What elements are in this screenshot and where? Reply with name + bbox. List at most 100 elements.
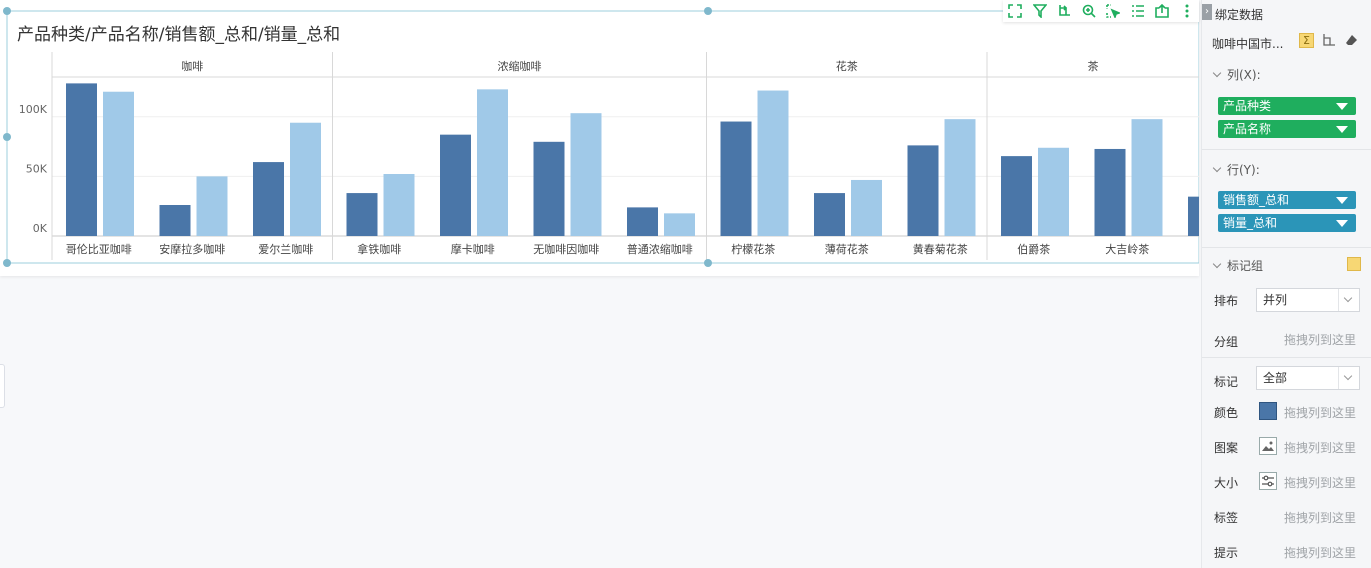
x-tick-label: 普通浓缩咖啡 — [627, 242, 693, 256]
x-tick-label: 柠檬花茶 — [731, 242, 775, 256]
columns-collapse-icon — [1212, 68, 1222, 78]
layout-label: 排布 — [1214, 294, 1239, 308]
mark-group-section-header[interactable]: 标记组 — [1212, 257, 1264, 274]
row-field-pill[interactable]: 销量_总和 — [1218, 214, 1356, 232]
resize-handle-top-left[interactable] — [3, 7, 11, 15]
layout-select-value: 并列 — [1263, 293, 1288, 307]
tag-label: 标签 — [1214, 511, 1239, 525]
bar — [570, 113, 602, 236]
bar — [253, 162, 284, 236]
y-tick-label: 50K — [26, 162, 48, 175]
bar — [757, 90, 789, 237]
chart-title: 产品种类/产品名称/销售额_总和/销量_总和 — [17, 25, 341, 45]
more-icon[interactable] — [1178, 2, 1196, 20]
layout-select[interactable]: 并列 — [1256, 288, 1360, 312]
color-label: 颜色 — [1214, 406, 1239, 420]
mark-group-collapse-icon — [1212, 259, 1222, 269]
size-drop-zone[interactable]: 拖拽列到这里 — [1284, 474, 1356, 491]
group-label: 浓缩咖啡 — [498, 59, 542, 73]
y-tick-label: 0K — [33, 222, 48, 235]
bar — [627, 207, 658, 236]
columns-label: 列(X): — [1227, 68, 1261, 82]
eraser-icon[interactable] — [1345, 34, 1358, 50]
row-field-pill[interactable]: 销售额_总和 — [1218, 191, 1356, 209]
color-swatch-icon[interactable] — [1259, 402, 1277, 420]
size-slider-icon[interactable] — [1259, 472, 1277, 490]
rows-collapse-icon — [1212, 163, 1222, 173]
resize-handle-bottom-left[interactable] — [3, 259, 11, 267]
bar — [944, 119, 976, 236]
x-tick-label: 哥伦比亚咖啡 — [66, 242, 132, 256]
mark-label: 标记 — [1214, 375, 1239, 389]
group-drop-zone[interactable]: 拖拽列到这里 — [1284, 331, 1356, 348]
list-icon[interactable] — [1129, 2, 1147, 20]
bar — [477, 89, 508, 236]
x-tick-label: 薄荷花茶 — [825, 242, 869, 256]
bar — [533, 141, 565, 236]
x-tick-label: 伯爵茶 — [1017, 242, 1050, 256]
bar — [1094, 148, 1126, 236]
x-tick-label: 爱尔兰咖啡 — [258, 242, 313, 256]
tag-drop-zone[interactable]: 拖拽列到这里 — [1284, 509, 1356, 526]
mark-group-image-icon[interactable] — [1347, 257, 1361, 271]
left-panel-toggle[interactable] — [0, 364, 5, 408]
resize-handle-bottom-middle[interactable] — [704, 259, 712, 267]
x-tick-label: 无咖啡因咖啡 — [533, 242, 599, 256]
bar — [66, 83, 97, 236]
column-field-pill[interactable]: 产品种类 — [1218, 97, 1356, 115]
x-tick-label: 安摩拉多咖啡 — [159, 242, 225, 256]
dropdown-triangle-icon[interactable] — [1336, 197, 1348, 204]
group-label: 花茶 — [836, 60, 858, 73]
tooltip-drop-zone[interactable]: 拖拽列到这里 — [1284, 544, 1356, 561]
bar — [440, 134, 471, 236]
bar — [103, 91, 134, 236]
mark-group-label: 标记组 — [1227, 259, 1264, 273]
x-tick-label: 大吉岭茶 — [1105, 242, 1149, 256]
group-label: 分组 — [1214, 335, 1239, 349]
resize-handle-top-middle[interactable] — [704, 7, 712, 15]
mark-select-value: 全部 — [1263, 371, 1288, 385]
dropdown-triangle-icon[interactable] — [1336, 220, 1348, 227]
y-tick-label: 100K — [19, 103, 48, 116]
column-field-label: 产品种类 — [1223, 99, 1272, 113]
bar — [290, 122, 321, 236]
bar — [664, 213, 695, 236]
bar — [1131, 119, 1163, 236]
fullscreen-icon[interactable] — [1006, 2, 1024, 20]
chart-card[interactable]: 0K 50K 100K 咖啡 哥伦比亚咖啡 安摩拉多咖啡 爱尔兰咖啡 浓缩咖啡 拿铁咖啡 摩卡咖啡… — [0, 0, 1199, 276]
panel-collapse-icon[interactable]: › — [1202, 4, 1212, 20]
bar — [1038, 147, 1069, 236]
aggregate-icon[interactable]: Σ — [1299, 33, 1314, 48]
rows-section-header[interactable]: 行(Y): — [1212, 161, 1260, 178]
resize-handle-left-middle[interactable] — [3, 133, 11, 141]
tooltip-label: 提示 — [1214, 546, 1239, 560]
pattern-image-icon[interactable] — [1259, 437, 1277, 455]
bar — [383, 174, 415, 236]
zoom-icon[interactable] — [1080, 2, 1098, 20]
filter-icon[interactable] — [1031, 2, 1049, 20]
x-tick-label: 拿铁咖啡 — [357, 242, 401, 256]
size-label: 大小 — [1214, 476, 1239, 490]
color-drop-zone[interactable]: 拖拽列到这里 — [1284, 404, 1356, 421]
bar — [346, 193, 378, 236]
select-icon[interactable] — [1104, 2, 1122, 20]
column-field-label: 产品名称 — [1223, 122, 1272, 136]
chevron-down-icon — [1338, 289, 1359, 311]
row-field-label: 销售额_总和 — [1223, 193, 1290, 207]
rows-label: 行(Y): — [1227, 163, 1260, 177]
columns-section-header[interactable]: 列(X): — [1212, 66, 1261, 83]
dropdown-triangle-icon[interactable] — [1336, 126, 1348, 133]
bar — [814, 193, 845, 236]
export-icon[interactable] — [1153, 2, 1171, 20]
drill-icon[interactable] — [1055, 2, 1073, 20]
chart-toolbar — [1003, 0, 1199, 22]
chevron-down-icon — [1338, 367, 1359, 389]
bar — [159, 205, 191, 236]
dropdown-triangle-icon[interactable] — [1336, 103, 1348, 110]
mark-select[interactable]: 全部 — [1256, 366, 1360, 390]
pattern-drop-zone[interactable]: 拖拽列到这里 — [1284, 439, 1356, 456]
x-tick-label: 黄春菊花茶 — [913, 242, 968, 256]
bar — [1188, 196, 1199, 236]
column-field-pill[interactable]: 产品名称 — [1218, 120, 1356, 138]
hierarchy-icon[interactable] — [1322, 33, 1336, 50]
